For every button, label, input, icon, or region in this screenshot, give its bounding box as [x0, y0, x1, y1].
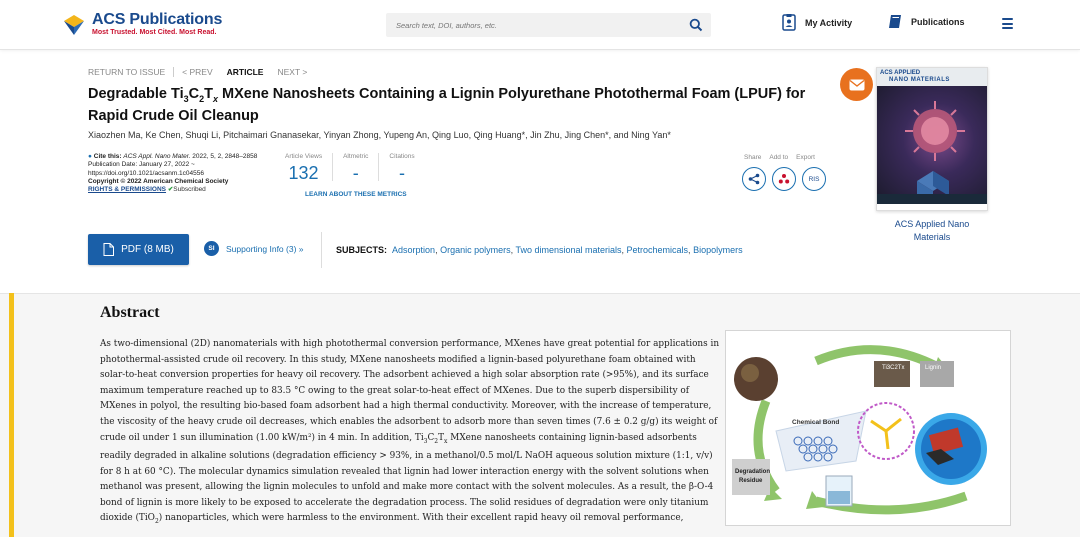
- book-icon: [889, 15, 901, 28]
- journal-cover-image[interactable]: ACS APPLIED NANO MATERIALS: [876, 67, 988, 211]
- subject-link[interactable]: Biopolymers: [693, 245, 743, 255]
- section-accent-bar: [9, 293, 14, 537]
- search-box: [386, 13, 711, 37]
- subjects-list: SUBJECTS: Adsorption, Organic polymers, …: [336, 245, 743, 255]
- cover-title-line2: NANO MATERIALS: [889, 77, 950, 83]
- abstract-text: As two-dimensional (2D) nanomaterials wi…: [100, 339, 720, 526]
- supporting-info-link[interactable]: SI Supporting Info (3) »: [204, 241, 304, 256]
- subscribed-badge: Subscribed: [173, 186, 206, 194]
- top-header: ACS Publications Most Trusted. Most Cite…: [0, 0, 1080, 50]
- my-activity-label: My Activity: [805, 17, 853, 28]
- divider: [321, 232, 322, 268]
- abstract-heading: Abstract: [100, 304, 160, 321]
- citations-value: -: [399, 163, 406, 183]
- mail-icon: [849, 79, 864, 90]
- next-article-link[interactable]: NEXT >: [277, 67, 307, 77]
- copyright: Copyright © 2022 American Chemical Socie…: [88, 177, 229, 185]
- toc-illustration: Ti3C2Tx Lignin Chemical Bond Degradation…: [732, 345, 987, 515]
- toc-bond-label: Chemical Bond: [792, 419, 839, 426]
- publications-link[interactable]: Publications: [888, 14, 965, 29]
- journal-name-link[interactable]: ACS Applied Nano Materials: [876, 218, 988, 244]
- author-list[interactable]: Xiaozhen Ma, Ke Chen, Shuqi Li, Pitchaim…: [88, 130, 671, 140]
- add-to-library-icon: [778, 174, 790, 184]
- publications-label: Publications: [911, 16, 965, 27]
- metrics-panel: Article Views 132 Altmetric - Citations …: [285, 153, 435, 183]
- citation-block: ● Cite this: ACS Appl. Nano Mater. 2022,…: [88, 153, 278, 194]
- toc-mxene-label: Ti3C2Tx: [882, 365, 904, 371]
- toc-graphic[interactable]: Ti3C2Tx Lignin Chemical Bond Degradation…: [725, 330, 1011, 526]
- subject-link[interactable]: Adsorption: [392, 245, 435, 255]
- my-activity-link[interactable]: My Activity: [782, 14, 852, 31]
- subjects-label: SUBJECTS:: [336, 245, 388, 255]
- cite-icon: ●: [88, 153, 92, 160]
- divider: [173, 67, 175, 77]
- rights-permissions-link[interactable]: RIGHTS & PERMISSIONS: [88, 186, 166, 193]
- search-icon[interactable]: [689, 18, 703, 32]
- share-button[interactable]: [742, 167, 766, 191]
- current-article-label: ARTICLE: [226, 67, 264, 77]
- share-buttons: RIS: [742, 167, 826, 191]
- article-navigation: RETURN TO ISSUE < PREV ARTICLE NEXT >: [88, 67, 321, 77]
- citations-metric[interactable]: Citations -: [389, 153, 424, 183]
- si-badge: SI: [204, 241, 219, 256]
- share-label: Share: [744, 154, 762, 161]
- search-input[interactable]: [386, 13, 676, 37]
- logo-tagline: Most Trusted. Most Cited. Most Read.: [92, 29, 217, 36]
- acs-logo-icon: [64, 14, 84, 35]
- add-to-label: Add to: [769, 154, 789, 161]
- share-icon: [748, 173, 760, 185]
- cite-ref: 2022, 5, 2, 2848–2858: [192, 153, 258, 160]
- add-to-button[interactable]: [772, 167, 796, 191]
- publication-date[interactable]: Publication Date: January 27, 2022 ~: [88, 161, 278, 169]
- views-label: Article Views: [285, 153, 323, 160]
- toc-lignin-label: Lignin: [925, 365, 941, 371]
- export-label: Export: [796, 154, 815, 161]
- citations-label: Citations: [389, 153, 415, 160]
- menu-icon[interactable]: [1002, 18, 1013, 29]
- cover-title-line1: ACS APPLIED: [880, 70, 921, 76]
- email-alert-button[interactable]: [840, 68, 873, 101]
- subject-link[interactable]: Petrochemicals: [627, 245, 689, 255]
- cover-art-graphic: [877, 101, 987, 204]
- pdf-label: PDF (8 MB): [121, 244, 174, 255]
- pdf-download-button[interactable]: PDF (8 MB): [88, 234, 189, 265]
- altmetric-metric[interactable]: Altmetric -: [343, 153, 380, 183]
- article-title: Degradable Ti3C2Tx MXene Nanosheets Cont…: [88, 86, 806, 124]
- logo-name: ACS Publications: [92, 11, 223, 28]
- si-label: Supporting Info (3) »: [226, 243, 304, 254]
- share-labels: Share Add to Export: [744, 154, 815, 161]
- acs-logo[interactable]: ACS Publications Most Trusted. Most Cite…: [62, 12, 222, 37]
- views-value: 132: [288, 163, 319, 183]
- altmetric-value: -: [352, 163, 359, 183]
- pdf-icon: [103, 243, 115, 256]
- doi-link[interactable]: https://doi.org/10.1021/acsanm.1c04556: [88, 170, 278, 178]
- return-to-issue-link[interactable]: RETURN TO ISSUE: [88, 67, 165, 77]
- toc-residue-label-1: Degradation: [735, 469, 770, 475]
- prev-article-link[interactable]: < PREV: [182, 67, 212, 77]
- article-views-metric: Article Views 132: [285, 153, 334, 183]
- cover-masthead: ACS APPLIED NANO MATERIALS: [877, 68, 987, 86]
- toc-residue-label-2: Residue: [739, 478, 763, 484]
- cover-artwork: [877, 86, 987, 204]
- subject-link[interactable]: Organic polymers: [440, 245, 511, 255]
- export-ris-button[interactable]: RIS: [802, 167, 826, 191]
- subject-link[interactable]: Two dimensional materials: [515, 245, 621, 255]
- learn-metrics-link[interactable]: LEARN ABOUT THESE METRICS: [305, 191, 407, 198]
- altmetric-label: Altmetric: [343, 153, 369, 160]
- cite-journal: ACS Appl. Nano Mater.: [123, 153, 191, 160]
- activity-icon: [782, 14, 796, 31]
- cite-label[interactable]: Cite this:: [94, 153, 122, 160]
